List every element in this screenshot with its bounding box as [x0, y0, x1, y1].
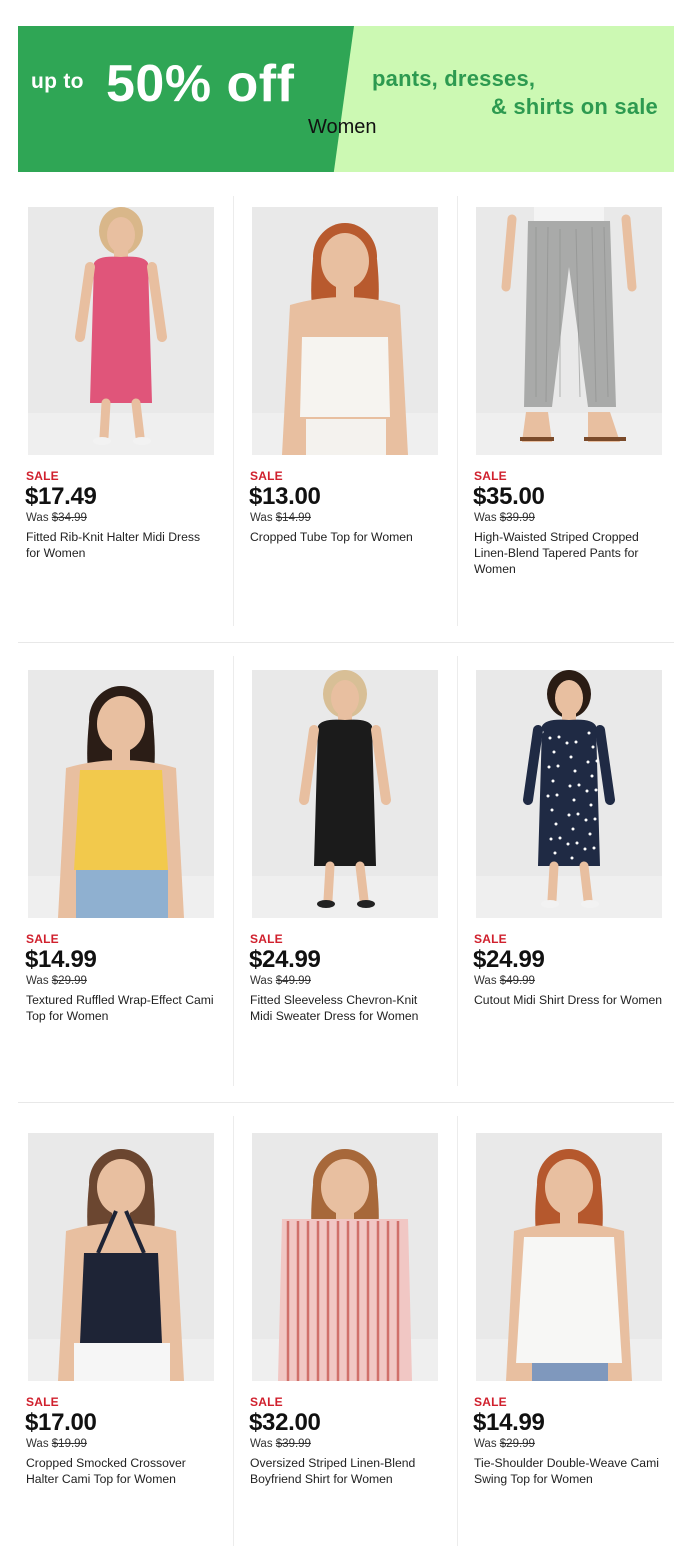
sale-price: $24.99: [249, 946, 321, 973]
was-price: Was $39.99: [250, 1438, 311, 1450]
was-price: Was $19.99: [26, 1438, 87, 1450]
product-image[interactable]: [476, 1133, 662, 1381]
promo-banner[interactable]: up to 50% off pants, dresses, & shirts o…: [18, 26, 674, 172]
sale-badge: SALE: [26, 469, 59, 483]
sale-badge: SALE: [250, 1395, 283, 1409]
sale-badge: SALE: [26, 1395, 59, 1409]
model-photo-striped-shirt: [278, 1149, 412, 1381]
sale-price: $17.49: [25, 483, 97, 510]
product-image[interactable]: [28, 670, 214, 918]
sale-price: $14.99: [25, 946, 97, 973]
column-divider: [233, 1116, 234, 1546]
sale-price: $14.99: [473, 1409, 545, 1436]
column-divider: [457, 1116, 458, 1546]
model-photo-yellow-cami: [58, 686, 184, 918]
product-name[interactable]: Fitted Rib-Knit Halter Midi Dress for Wo…: [26, 529, 216, 561]
product-image[interactable]: [476, 207, 662, 455]
product-name[interactable]: Fitted Sleeveless Chevron-Knit Midi Swea…: [250, 992, 440, 1024]
model-photo-pink-dress: [75, 207, 167, 445]
sale-badge: SALE: [474, 932, 507, 946]
column-divider: [233, 196, 234, 626]
product-name[interactable]: High-Waisted Striped Cropped Linen-Blend…: [474, 529, 664, 577]
model-photo-black-dress: [299, 670, 391, 908]
model-photo-white-cami: [506, 1149, 632, 1381]
product-name[interactable]: Cropped Tube Top for Women: [250, 529, 440, 545]
product-name[interactable]: Tie-Shoulder Double-Weave Cami Swing Top…: [474, 1455, 664, 1487]
product-image[interactable]: [476, 670, 662, 918]
sale-price: $17.00: [25, 1409, 97, 1436]
was-price: Was $39.99: [474, 512, 535, 524]
was-price: Was $29.99: [474, 1438, 535, 1450]
sale-badge: SALE: [26, 932, 59, 946]
product-image[interactable]: [252, 1133, 438, 1381]
promo-line-1: pants, dresses,: [372, 66, 536, 91]
was-price: Was $34.99: [26, 512, 87, 524]
column-divider: [457, 196, 458, 626]
promo-up-to: up to: [31, 70, 84, 93]
product-image[interactable]: [252, 670, 438, 918]
column-divider: [233, 656, 234, 1086]
sale-price: $35.00: [473, 483, 545, 510]
was-price: Was $49.99: [250, 975, 311, 987]
promo-line-2: & shirts on sale: [490, 94, 658, 119]
model-photo-grey-pants: [501, 207, 637, 442]
promo-category: Women: [308, 116, 377, 138]
product-name[interactable]: Cutout Midi Shirt Dress for Women: [474, 992, 664, 1008]
promo-discount: 50% off: [106, 55, 295, 113]
sale-badge: SALE: [474, 469, 507, 483]
sale-price: $13.00: [249, 483, 321, 510]
product-image[interactable]: [28, 207, 214, 455]
row-divider: [18, 1102, 674, 1103]
model-photo-navy-dress: [523, 670, 615, 908]
sale-price: $32.00: [249, 1409, 321, 1436]
row-divider: [18, 642, 674, 643]
product-name[interactable]: Textured Ruffled Wrap-Effect Cami Top fo…: [26, 992, 216, 1024]
sale-badge: SALE: [250, 469, 283, 483]
sale-badge: SALE: [250, 932, 283, 946]
sale-price: $24.99: [473, 946, 545, 973]
column-divider: [457, 656, 458, 1086]
was-price: Was $29.99: [26, 975, 87, 987]
was-price: Was $49.99: [474, 975, 535, 987]
model-photo-navy-halter: [58, 1149, 184, 1381]
product-name[interactable]: Cropped Smocked Crossover Halter Cami To…: [26, 1455, 216, 1487]
product-image[interactable]: [252, 207, 438, 455]
was-price: Was $14.99: [250, 512, 311, 524]
product-image[interactable]: [28, 1133, 214, 1381]
sale-badge: SALE: [474, 1395, 507, 1409]
model-photo-white-tube: [282, 223, 408, 455]
product-name[interactable]: Oversized Striped Linen-Blend Boyfriend …: [250, 1455, 440, 1487]
